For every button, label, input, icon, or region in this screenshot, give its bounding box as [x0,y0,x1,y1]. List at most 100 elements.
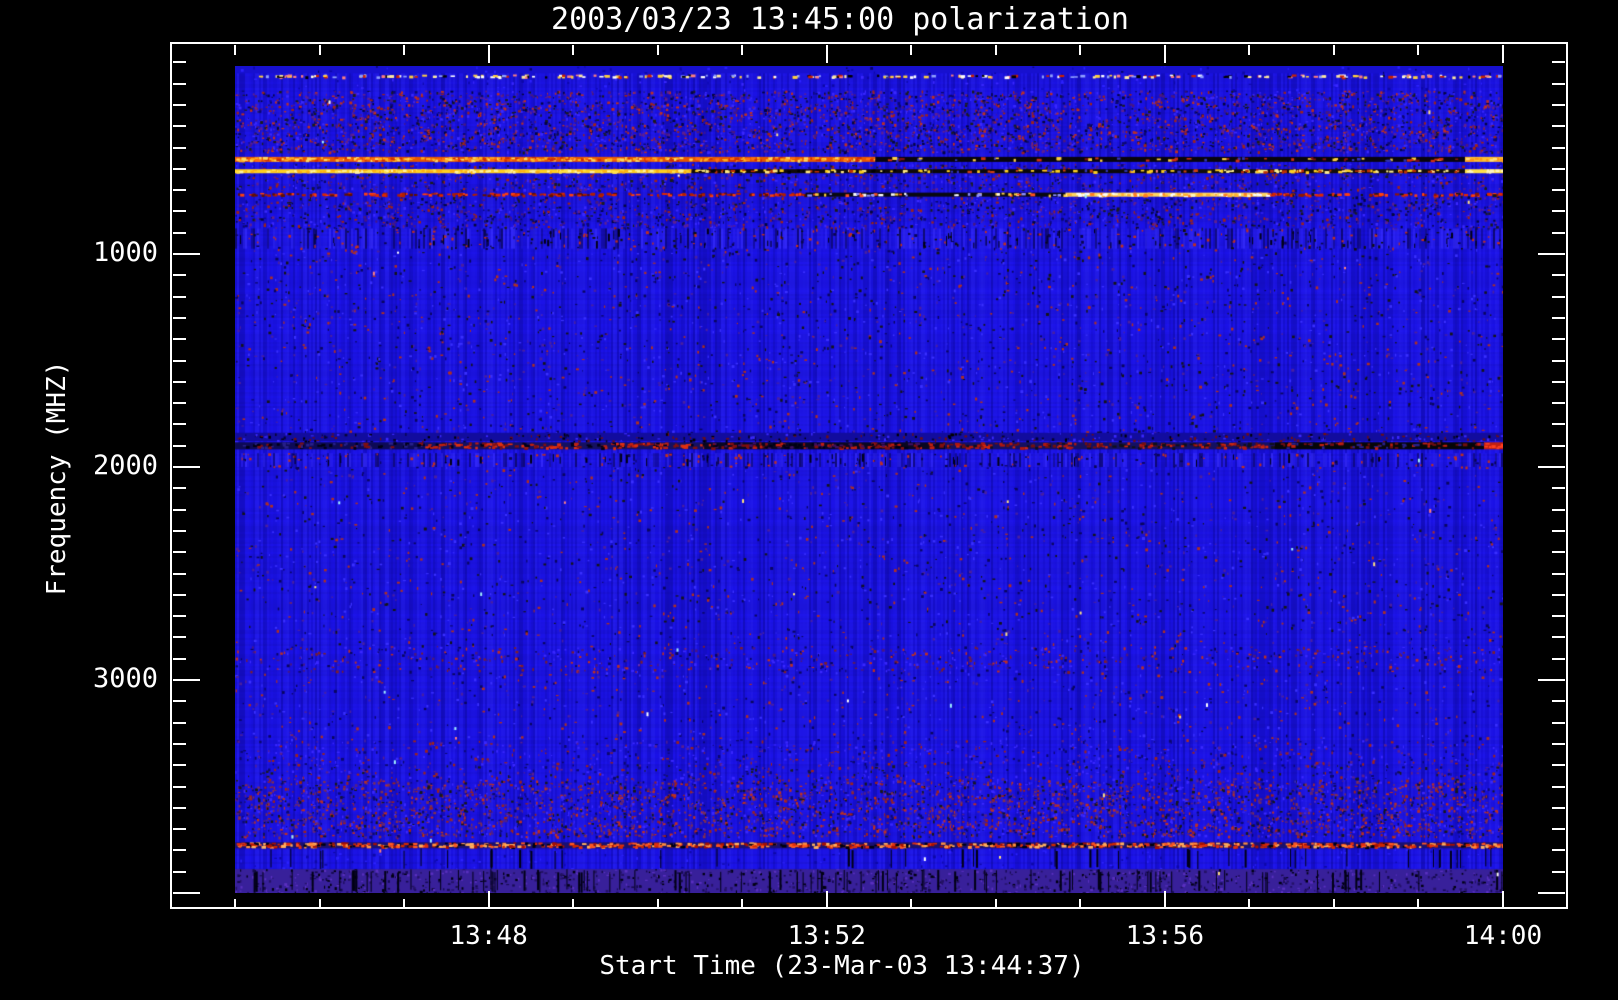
y-tick-mark [1552,551,1565,554]
y-tick-mark [1552,657,1565,660]
y-tick-label: 1000 [92,237,158,268]
y-tick-mark [173,380,186,383]
y-tick-mark [1552,636,1565,639]
y-tick-mark [1552,572,1565,575]
y-tick-mark [173,764,186,767]
y-tick-mark [1552,189,1565,192]
y-tick-mark [173,466,200,468]
y-tick-mark [173,742,186,745]
x-tick-mark [741,45,744,55]
x-tick-mark [234,899,236,907]
x-tick-mark [1163,45,1166,63]
x-tick-mark [318,45,321,55]
x-tick-mark [572,45,575,55]
y-tick-mark [1552,593,1565,596]
y-tick-mark [173,593,186,596]
y-tick-mark [1552,231,1565,234]
x-tick-mark [1079,45,1082,55]
y-tick-mark [1538,253,1565,255]
y-tick-mark [1552,849,1565,852]
x-tick-mark [741,899,744,907]
y-tick-mark [173,253,200,255]
x-tick-mark [1501,891,1504,907]
y-tick-mark [1552,61,1565,64]
y-tick-mark [173,657,186,660]
spectrogram-plot: 2003/03/23 13:45:00 polarization Frequen… [0,0,1618,1000]
y-tick-mark [1552,423,1565,426]
y-tick-mark [1552,103,1565,106]
y-tick-mark [1552,380,1565,383]
y-tick-label: 2000 [92,450,158,481]
y-tick-mark [173,870,186,873]
y-tick-mark [1538,892,1565,894]
x-axis-label: Start Time (23-Mar-03 13:44:37) [599,951,1085,981]
y-tick-mark [1552,487,1565,490]
y-tick-mark [173,849,186,852]
y-tick-mark [1552,615,1565,618]
y-tick-mark [1552,274,1565,277]
x-tick-mark [1332,45,1335,55]
y-tick-mark [1552,785,1565,788]
x-tick-mark [1332,899,1335,907]
x-tick-mark [487,891,490,907]
x-tick-mark [403,45,406,55]
x-tick-mark [656,45,659,55]
y-tick-mark [1538,466,1565,468]
y-tick-mark [173,167,186,170]
y-tick-mark [173,61,186,64]
x-tick-label: 13:56 [1125,921,1204,951]
page-title: 2003/03/23 13:45:00 polarization [551,2,1129,37]
y-tick-mark [1552,742,1565,745]
spectrogram-canvas [235,66,1503,893]
x-tick-mark [910,899,913,907]
y-tick-mark [173,721,186,724]
y-tick-mark [173,615,186,618]
y-tick-mark [173,82,186,85]
y-tick-mark [173,295,186,298]
y-tick-mark [1552,764,1565,767]
y-tick-mark [1552,338,1565,341]
y-tick-mark [1538,679,1565,681]
y-tick-mark [173,189,186,192]
y-tick-mark [173,316,186,319]
x-tick-mark [994,45,997,55]
y-tick-mark [1552,167,1565,170]
x-tick-mark [318,899,321,907]
x-tick-mark [825,891,828,907]
y-tick-label: 3000 [92,663,158,694]
y-tick-mark [173,572,186,575]
y-tick-mark [1552,402,1565,405]
y-tick-mark [173,338,186,341]
y-tick-mark [1552,508,1565,511]
y-tick-mark [173,892,200,894]
x-tick-mark [487,45,490,63]
x-tick-mark [825,45,828,63]
y-tick-mark [1552,210,1565,213]
y-tick-mark [173,210,186,213]
x-tick-mark [1248,45,1251,55]
y-tick-mark [1552,359,1565,362]
x-tick-label: 14:00 [1463,921,1543,951]
y-tick-mark [173,125,186,128]
y-tick-mark [1552,444,1565,447]
x-tick-mark [403,899,406,907]
x-tick-mark [1248,899,1251,907]
x-tick-mark [234,45,236,55]
y-tick-mark [173,700,186,703]
x-tick-mark [1079,899,1082,907]
x-tick-mark [572,899,575,907]
y-tick-mark [1552,870,1565,873]
y-tick-mark [173,785,186,788]
x-tick-mark [994,899,997,907]
y-tick-mark [173,529,186,532]
y-tick-mark [1552,82,1565,85]
x-tick-label: 13:48 [449,921,528,951]
y-tick-mark [1552,700,1565,703]
y-tick-mark [173,274,186,277]
x-tick-mark [1163,891,1166,907]
y-tick-mark [1552,295,1565,298]
x-tick-mark [1417,45,1420,55]
y-tick-mark [173,636,186,639]
x-tick-mark [1501,45,1504,63]
y-tick-mark [173,103,186,106]
